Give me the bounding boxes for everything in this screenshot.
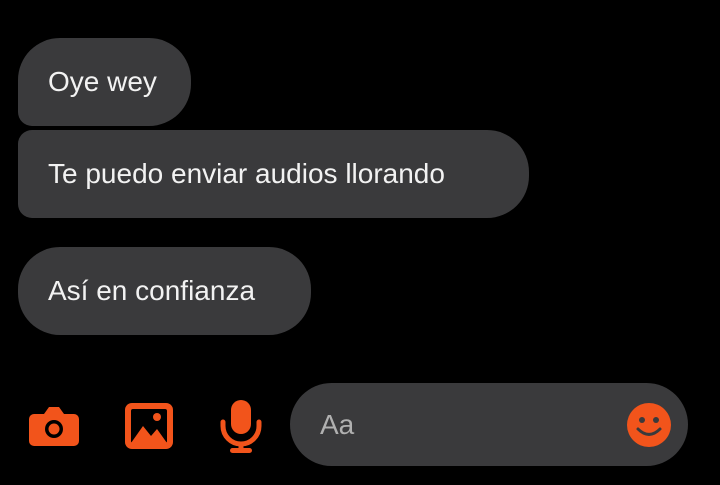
- message-input-placeholder: Aa: [320, 408, 355, 440]
- emoji-icon[interactable]: [626, 402, 672, 448]
- image-icon[interactable]: [124, 402, 174, 450]
- microphone-icon[interactable]: [218, 398, 264, 454]
- chat-screen: Oye wey Te puedo enviar audios llorando …: [0, 0, 720, 485]
- message-text: Te puedo enviar audios llorando: [48, 158, 445, 189]
- message-composer: Aa: [0, 380, 720, 470]
- camera-icon[interactable]: [28, 404, 80, 448]
- message-bubble[interactable]: Te puedo enviar audios llorando: [18, 130, 529, 218]
- message-bubble[interactable]: Así en confianza: [18, 247, 311, 335]
- message-bubble[interactable]: Oye wey: [18, 38, 191, 126]
- message-text: Así en confianza: [48, 275, 256, 306]
- message-text: Oye wey: [48, 66, 157, 97]
- message-input[interactable]: Aa: [290, 383, 688, 466]
